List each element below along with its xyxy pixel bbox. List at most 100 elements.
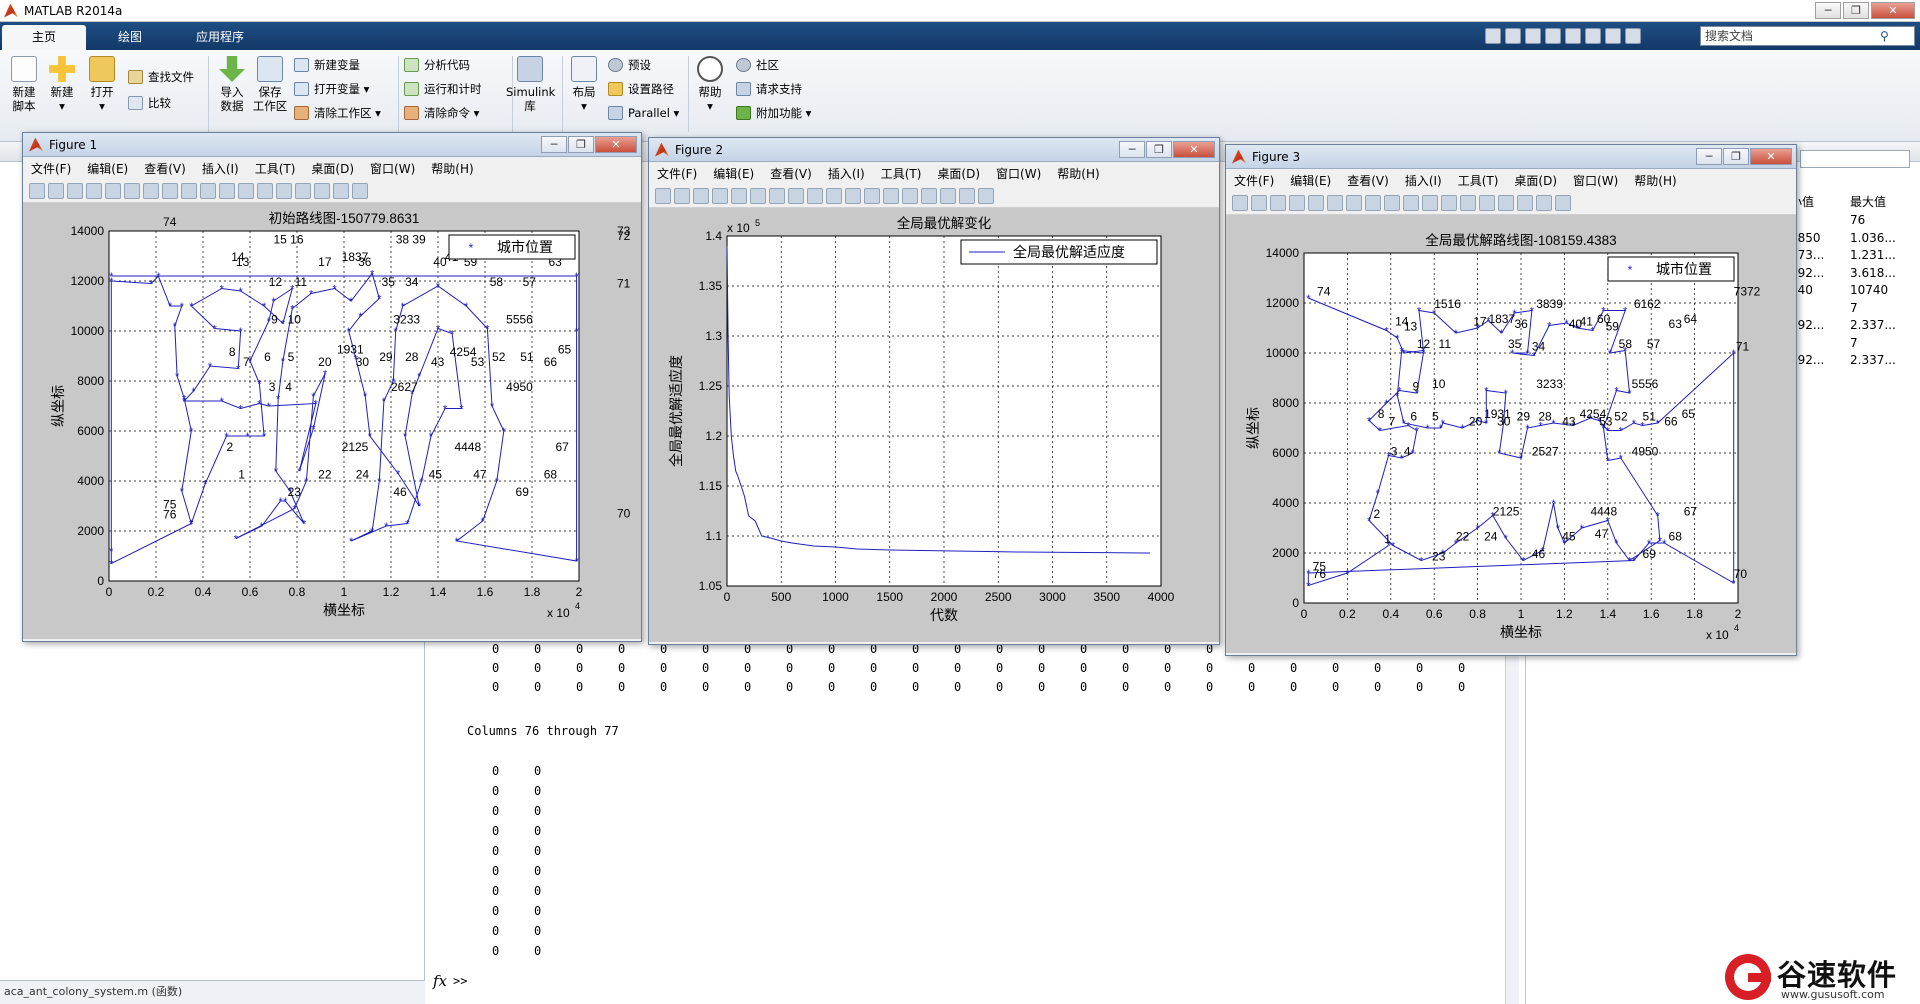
figure-tool-icon[interactable] (1536, 194, 1552, 211)
figure-tool-icon[interactable] (902, 187, 918, 204)
save-workspace-button[interactable]: 保存 工作区 (250, 56, 290, 113)
figure-tool-icon[interactable] (162, 182, 178, 199)
compare-button[interactable]: 比较 (128, 94, 171, 112)
figure-tool-icon[interactable] (1441, 194, 1457, 211)
open-button[interactable]: 打开 ▾ (82, 56, 122, 113)
figure-tool-icon[interactable] (1460, 194, 1476, 211)
figure-tool-icon[interactable] (750, 187, 766, 204)
figure-tool-icon[interactable] (1308, 194, 1324, 211)
figure-tool-icon[interactable] (1251, 194, 1267, 211)
layout-button[interactable]: 布局 ▾ (564, 56, 604, 113)
close-button[interactable]: ✕ (1173, 141, 1215, 158)
quick-paste-icon[interactable] (1545, 28, 1561, 44)
workspace-row[interactable]: 392... 3.618... (1790, 265, 1920, 283)
figure-menu-item[interactable]: 编辑(E) (1290, 172, 1331, 189)
figure-tool-icon[interactable] (1479, 194, 1495, 211)
figure-tool-icon[interactable] (200, 182, 216, 199)
figure-tool-icon[interactable] (959, 187, 975, 204)
figure-tool-icon[interactable] (1232, 194, 1248, 211)
preferences-button[interactable]: 预设 (608, 56, 651, 74)
quick-save-icon[interactable] (1485, 28, 1501, 44)
quick-redo-icon[interactable] (1585, 28, 1601, 44)
figure-tool-icon[interactable] (295, 182, 311, 199)
new-variable-button[interactable]: 新建变量 (294, 56, 360, 74)
figure-tool-icon[interactable] (693, 187, 709, 204)
figure-tool-icon[interactable] (978, 187, 994, 204)
figure-tool-icon[interactable] (712, 187, 728, 204)
figure-tool-icon[interactable] (1517, 194, 1533, 211)
figure-menu-item[interactable]: 文件(F) (657, 165, 697, 182)
figure-2-titlebar[interactable]: Figure 2 ─ ❐ ✕ (649, 138, 1219, 162)
figure-menu-item[interactable]: 工具(T) (255, 160, 296, 177)
figure-menu-item[interactable]: 桌面(D) (311, 160, 354, 177)
figure-tool-icon[interactable] (1346, 194, 1362, 211)
figure-tool-icon[interactable] (86, 182, 102, 199)
figure-menu-item[interactable]: 文件(F) (31, 160, 71, 177)
minimize-button[interactable]: ─ (1696, 148, 1722, 165)
figure-tool-icon[interactable] (769, 187, 785, 204)
figure-tool-icon[interactable] (674, 187, 690, 204)
figure-tool-icon[interactable] (731, 187, 747, 204)
workspace-row[interactable]: 740 10740 (1790, 282, 1920, 300)
figure-menu-item[interactable]: 帮助(H) (431, 160, 473, 177)
figure-tool-icon[interactable] (181, 182, 197, 199)
request-support-button[interactable]: 请求支持 (736, 80, 802, 98)
new-button[interactable]: 新建 ▾ (42, 56, 82, 113)
set-path-button[interactable]: 设置路径 (608, 80, 674, 98)
tab-apps[interactable]: 应用程序 (178, 25, 262, 50)
parallel-button[interactable]: Parallel ▾ (608, 104, 679, 122)
figure-1-titlebar[interactable]: Figure 1 ─ ❐ ✕ (23, 133, 641, 157)
figure-tool-icon[interactable] (826, 187, 842, 204)
figure-tool-icon[interactable] (67, 182, 83, 199)
quick-switch-icon[interactable] (1605, 28, 1621, 44)
figure-tool-icon[interactable] (883, 187, 899, 204)
figure-menu-item[interactable]: 插入(I) (828, 165, 865, 182)
figure-tool-icon[interactable] (864, 187, 880, 204)
command-prompt[interactable]: >> (453, 974, 467, 988)
search-icon[interactable]: ⚲ (1880, 29, 1889, 43)
figure-tool-icon[interactable] (1498, 194, 1514, 211)
figure-menu-item[interactable]: 文件(F) (1234, 172, 1274, 189)
simulink-library-button[interactable]: Simulink 库 (506, 56, 555, 113)
figure-tool-icon[interactable] (1384, 194, 1400, 211)
figure-menu-item[interactable]: 窗口(W) (996, 165, 1041, 182)
figure-3-window[interactable]: Figure 3 ─ ❐ ✕ 文件(F) 编辑(E) 查看(V) 插入(I) 工具(T) 桌面… (1225, 144, 1797, 656)
quick-copy-icon[interactable] (1525, 28, 1541, 44)
figure-tool-icon[interactable] (124, 182, 140, 199)
figure-menu-item[interactable]: 工具(T) (1458, 172, 1499, 189)
figure-tool-icon[interactable] (105, 182, 121, 199)
maximize-button[interactable]: ❐ (1146, 141, 1172, 158)
figure-tool-icon[interactable] (143, 182, 159, 199)
figure-menu-item[interactable]: 窗口(W) (370, 160, 415, 177)
figure-tool-icon[interactable] (655, 187, 671, 204)
figure-menu-item[interactable]: 查看(V) (770, 165, 812, 182)
workspace-row[interactable]: 4850 1.036... (1790, 230, 1920, 248)
close-button[interactable]: ✕ (1871, 2, 1915, 19)
quick-undo-icon[interactable] (1565, 28, 1581, 44)
workspace-row[interactable]: 573... 1.231... (1790, 247, 1920, 265)
figure-menu-item[interactable]: 查看(V) (144, 160, 186, 177)
quick-cut-icon[interactable] (1505, 28, 1521, 44)
figure-tool-icon[interactable] (314, 182, 330, 199)
figure-tool-icon[interactable] (807, 187, 823, 204)
figure-tool-icon[interactable] (333, 182, 349, 199)
figure-menu-item[interactable]: 帮助(H) (1634, 172, 1676, 189)
figure-menu-item[interactable]: 插入(I) (202, 160, 239, 177)
figure-menu-item[interactable]: 编辑(E) (87, 160, 128, 177)
figure-menu-item[interactable]: 窗口(W) (1573, 172, 1618, 189)
help-button[interactable]: 帮助 ▾ (690, 56, 730, 113)
figure-tool-icon[interactable] (29, 182, 45, 199)
add-ons-button[interactable]: 附加功能 ▾ (736, 104, 811, 122)
tab-home[interactable]: 主页 (2, 25, 86, 50)
workspace-row[interactable]: 76 (1790, 212, 1920, 230)
maximize-button[interactable]: ❐ (1723, 148, 1749, 165)
figure-2-window[interactable]: Figure 2 ─ ❐ ✕ 文件(F) 编辑(E) 查看(V) 插入(I) 工具(T) 桌面… (648, 137, 1220, 645)
figure-menu-item[interactable]: 编辑(E) (713, 165, 754, 182)
figure-tool-icon[interactable] (48, 182, 64, 199)
figure-menu-item[interactable]: 帮助(H) (1057, 165, 1099, 182)
maximize-button[interactable]: ❐ (568, 136, 594, 153)
figure-tool-icon[interactable] (1403, 194, 1419, 211)
figure-menu-item[interactable]: 桌面(D) (1514, 172, 1557, 189)
figure-menu-item[interactable]: 插入(I) (1405, 172, 1442, 189)
minimize-button[interactable]: ─ (541, 136, 567, 153)
